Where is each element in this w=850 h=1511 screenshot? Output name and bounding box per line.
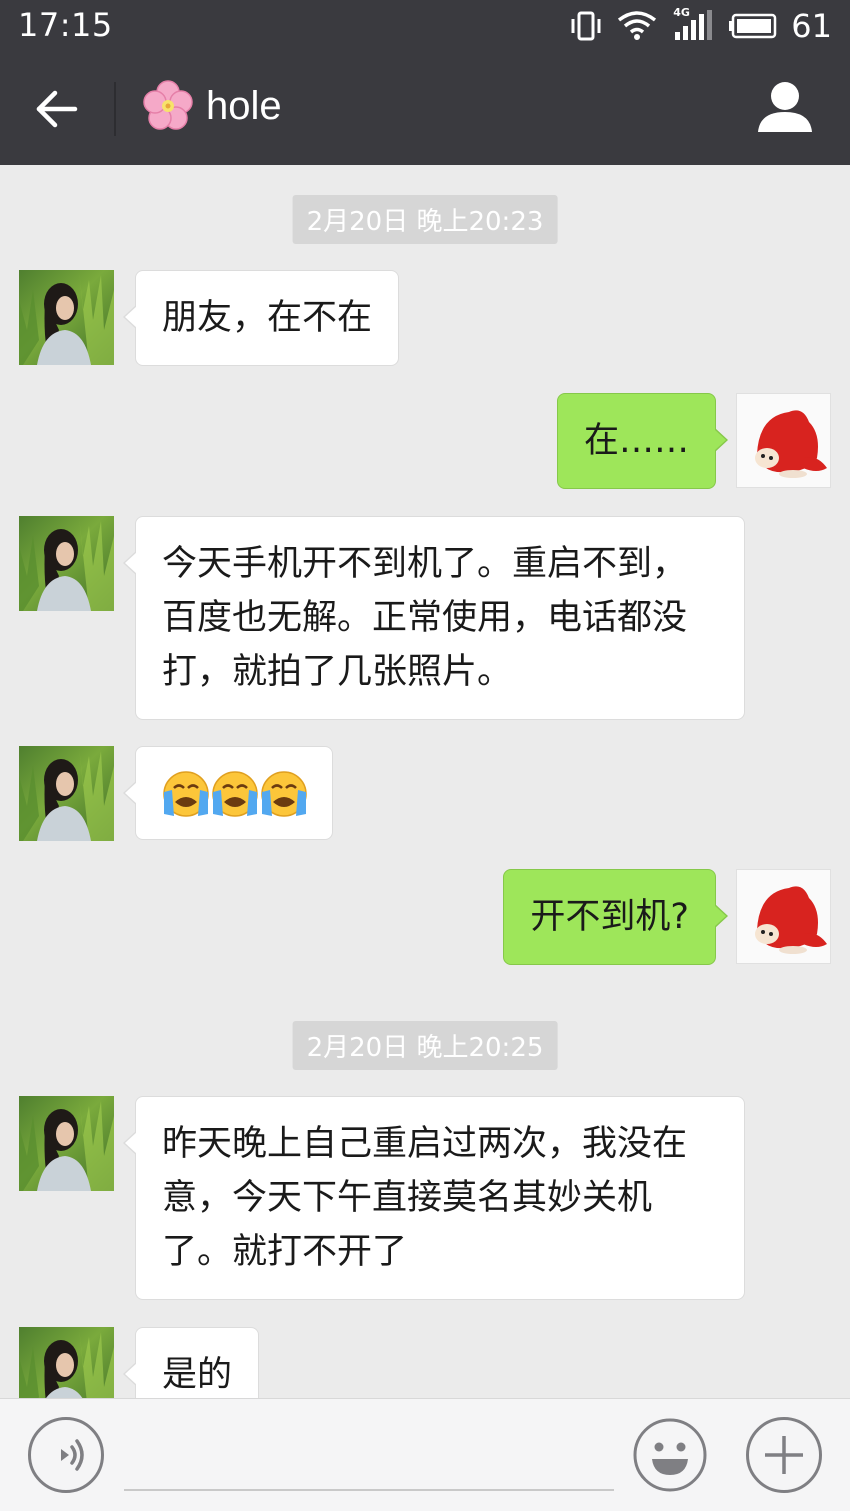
battery-level: 61 bbox=[791, 7, 832, 45]
loudly-crying-face-icon bbox=[261, 771, 307, 817]
message-bubble-incoming[interactable]: 今天手机开不到机了。重启不到， 百度也无解。正常使用，电话都没 打，就拍了几张照… bbox=[123, 516, 745, 720]
emoji-button[interactable] bbox=[632, 1417, 708, 1493]
message-bubble-incoming[interactable]: 是的 bbox=[122, 1327, 260, 1398]
timestamp: 2月20日 晚上20:23 bbox=[292, 195, 558, 244]
status-time: 17:15 bbox=[18, 6, 113, 44]
loudly-crying-face-icon bbox=[212, 771, 258, 817]
message-bubble-outgoing[interactable]: 开不到机? bbox=[503, 869, 728, 965]
message-text-line: 今天手机开不到机了。重启不到， bbox=[162, 544, 688, 584]
contact-avatar[interactable] bbox=[19, 746, 114, 841]
message-bubble-outgoing[interactable]: 在…… bbox=[556, 393, 729, 489]
contact-photo bbox=[19, 1327, 114, 1398]
contact-avatar[interactable] bbox=[19, 516, 114, 611]
emoji-icon bbox=[633, 1418, 707, 1492]
loudly-crying-face-icon bbox=[163, 771, 209, 817]
person-icon bbox=[758, 82, 812, 132]
back-arrow-icon bbox=[36, 90, 78, 128]
battery-icon bbox=[729, 13, 777, 39]
message-text: 开不到机? bbox=[530, 897, 689, 937]
my-avatar[interactable] bbox=[736, 393, 831, 488]
title-divider bbox=[114, 82, 116, 136]
status-bar: 17:15 4G 61 bbox=[0, 0, 850, 52]
signal-icon: 4G bbox=[671, 6, 715, 42]
vibrate-icon bbox=[571, 11, 601, 41]
message-text: 在…… bbox=[583, 421, 689, 461]
chat-header: hole bbox=[0, 52, 850, 165]
message-bubble-incoming[interactable]: 😭😭😭 bbox=[123, 746, 333, 840]
message-text-line: 意，今天下午直接莫名其妙关机 bbox=[162, 1178, 653, 1218]
composer-bar bbox=[0, 1398, 850, 1511]
message-list[interactable]: 2月20日 晚上20:23 朋友，在不在 在…… 今天手机开不到机了。重启不到，… bbox=[0, 165, 850, 1398]
contact-photo bbox=[19, 1096, 114, 1191]
profile-button[interactable] bbox=[754, 76, 816, 138]
wifi-icon bbox=[618, 11, 657, 40]
contact-avatar[interactable] bbox=[19, 1327, 114, 1398]
contact-photo bbox=[19, 746, 114, 841]
red-character-avatar bbox=[755, 410, 827, 478]
crying-emoji-row bbox=[163, 771, 307, 817]
message-bubble-incoming[interactable]: 朋友，在不在 bbox=[122, 270, 400, 366]
contact-photo bbox=[19, 516, 114, 611]
contact-avatar[interactable] bbox=[19, 1096, 114, 1191]
my-avatar[interactable] bbox=[736, 869, 831, 964]
chat-name: hole bbox=[206, 83, 282, 128]
red-character-avatar bbox=[755, 886, 827, 954]
contact-avatar[interactable] bbox=[19, 270, 114, 365]
back-button[interactable] bbox=[22, 74, 92, 144]
message-text-line: 昨天晚上自己重启过两次，我没在 bbox=[162, 1124, 688, 1164]
message-bubble-incoming[interactable]: 昨天晚上自己重启过两次，我没在 意，今天下午直接莫名其妙关机 了。就打不开了 bbox=[123, 1096, 745, 1300]
timestamp: 2月20日 晚上20:25 bbox=[292, 1021, 558, 1070]
plus-icon bbox=[765, 1436, 803, 1474]
message-text-line: 打，就拍了几张照片。 bbox=[162, 652, 513, 692]
cherry-blossom-icon bbox=[143, 80, 193, 130]
message-text: 朋友，在不在 bbox=[162, 298, 373, 338]
message-text-line: 百度也无解。正常使用，电话都没 bbox=[162, 598, 688, 638]
voice-button[interactable] bbox=[28, 1417, 104, 1493]
message-text: 是的 bbox=[162, 1355, 233, 1395]
more-options-button[interactable] bbox=[746, 1417, 822, 1493]
chat-title: hole bbox=[142, 80, 282, 132]
contact-photo bbox=[19, 270, 114, 365]
voice-icon bbox=[61, 1439, 84, 1471]
message-input[interactable] bbox=[124, 1417, 614, 1491]
message-text-line: 了。就打不开了 bbox=[162, 1232, 408, 1272]
status-icons: 4G 61 bbox=[569, 6, 832, 46]
